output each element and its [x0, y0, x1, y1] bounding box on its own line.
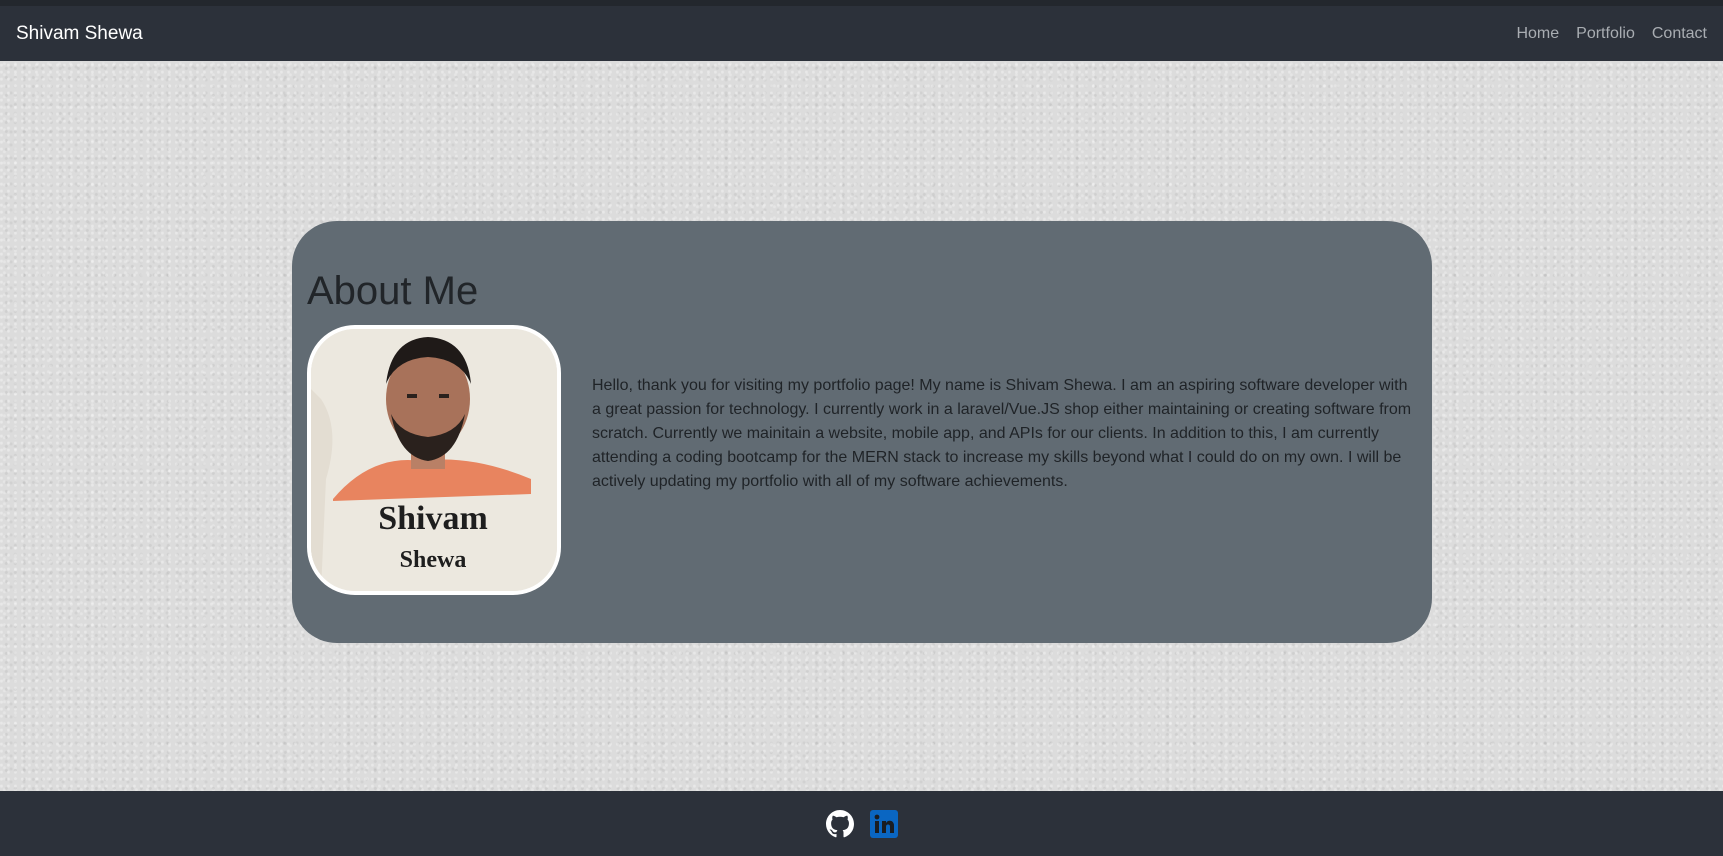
profile-photo-illustration: Shivam Shewa — [311, 329, 557, 591]
photo-caption-last: Shewa — [400, 547, 467, 573]
linkedin-icon — [869, 809, 898, 838]
photo-caption-first: Shivam — [378, 500, 488, 537]
github-link[interactable] — [825, 809, 854, 838]
profile-photo: Shivam Shewa — [307, 325, 561, 595]
footer — [0, 791, 1723, 856]
about-title: About Me — [307, 269, 479, 313]
navbar: Shivam Shewa Home Portfolio Contact — [0, 6, 1723, 61]
brand-link[interactable]: Shivam Shewa — [16, 23, 143, 45]
about-text: Hello, thank you for visiting my portfol… — [592, 377, 1412, 490]
about-card: About Me Shivam Shewa Hello, thank you f… — [292, 221, 1432, 643]
nav-link-home[interactable]: Home — [1516, 25, 1559, 43]
github-icon — [825, 809, 854, 837]
linkedin-link[interactable] — [869, 809, 898, 838]
nav-link-portfolio[interactable]: Portfolio — [1576, 25, 1635, 43]
nav-link-contact[interactable]: Contact — [1652, 25, 1707, 43]
nav-links: Home Portfolio Contact — [1516, 25, 1707, 43]
